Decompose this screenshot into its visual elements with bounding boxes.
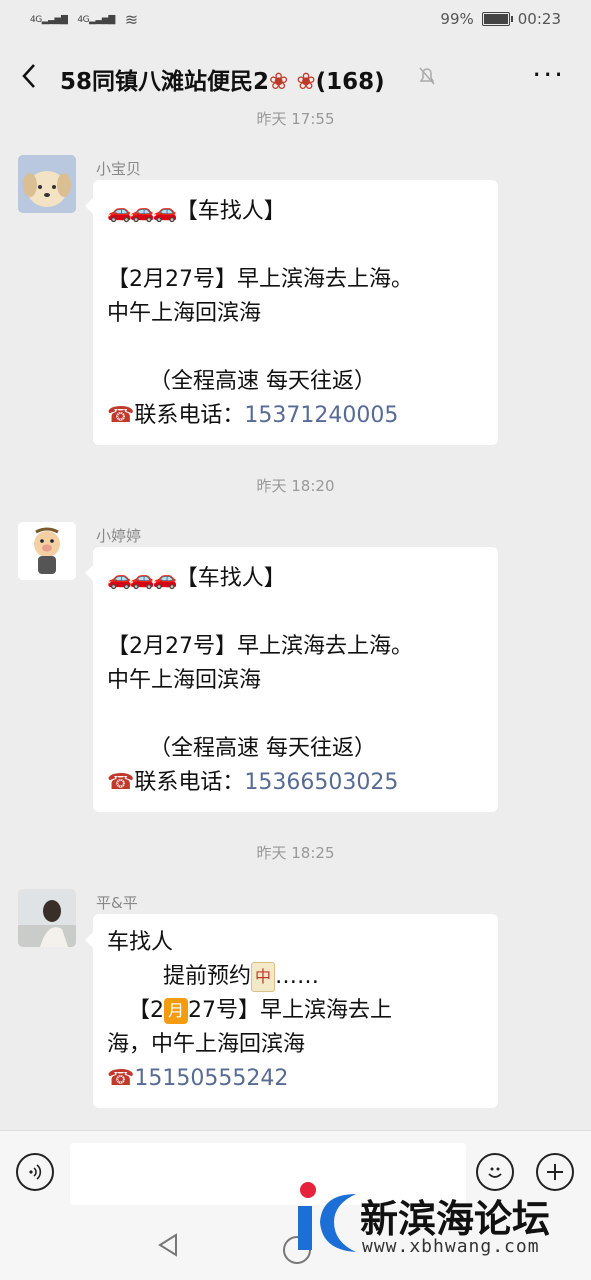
message-bubble[interactable]: 🚗🚗🚗【车找人】 【2月27号】早上滨海去上海。 中午上海回滨海 （全程高速 每… — [85, 180, 498, 445]
sender-name: 平&平 — [96, 894, 138, 912]
timestamp: 昨天 18:20 — [256, 477, 335, 495]
avatar[interactable] — [18, 889, 76, 947]
more-button[interactable]: ··· — [532, 58, 565, 91]
message-list[interactable]: 昨天 17:55 小宝贝 🚗🚗🚗【车找人】 【2月27号】早上滨海去上海。 中午… — [0, 104, 591, 1130]
back-button[interactable] — [14, 56, 44, 96]
message-text — [107, 698, 484, 732]
telephone-icon: ☎ — [107, 403, 135, 428]
message-text: 车找人 — [107, 930, 174, 955]
message-text — [107, 229, 484, 263]
message-text: 联系电话： — [134, 403, 245, 428]
rose-icon-2: ❀ — [296, 69, 316, 95]
triangle-back-icon — [158, 1233, 177, 1257]
message-text: 海，中午上海回滨海 — [107, 1032, 306, 1057]
message-bubble[interactable]: 车找人 提前预约中…… 【2 月 27号】早上滨海去上 海，中午上海回滨海 ☎151… — [85, 914, 498, 1108]
phone-link[interactable]: 15371240005 — [244, 403, 398, 428]
telephone-icon: ☎ — [107, 770, 135, 795]
sender-name: 小宝贝 — [96, 160, 142, 178]
group-name: 58同镇八滩站便民2 — [60, 69, 270, 95]
status-bar: 4G▂▃▅▇ 4G▂▃▅▇ ≋ 99% 00:23 — [0, 0, 591, 40]
message-text: …… — [274, 964, 319, 989]
mahjong-icon: 中 — [250, 962, 275, 992]
clock: 00:23 — [517, 10, 561, 28]
chat-header: 58同镇八滩站便民2❀ ❀(168) ··· — [0, 40, 591, 112]
cartoon-pig-avatar — [18, 522, 76, 580]
phone-link[interactable]: 15150555242 — [134, 1066, 288, 1091]
member-count: (168) — [315, 69, 385, 95]
message-text: 提前预约 — [107, 964, 251, 989]
message-text: 中午上海回滨海 — [107, 301, 262, 326]
watermark: 新滨海论坛 www.xbhwang.com — [292, 1180, 591, 1270]
signal-icon-2: 4G▂▃▅▇ — [77, 14, 115, 25]
message-text — [107, 596, 484, 630]
message-text: 【2月27号】早上滨海去上海。 — [107, 267, 413, 292]
signal-icon: 4G▂▃▅▇ — [30, 14, 68, 25]
message-text: 【车找人】 — [175, 566, 286, 591]
voice-button[interactable] — [16, 1153, 54, 1191]
month-icon: 月 — [163, 998, 188, 1024]
message-bubble[interactable]: 🚗🚗🚗【车找人】 【2月27号】早上滨海去上海。 中午上海回滨海 （全程高速 每… — [85, 547, 498, 812]
plus-icon — [547, 1164, 563, 1180]
message-text: 中午上海回滨海 — [107, 668, 262, 693]
message-text: （全程高速 每天往返） — [107, 736, 376, 761]
girl-photo-avatar — [18, 889, 76, 947]
message-text: 【2月27号】早上滨海去上海。 — [107, 634, 413, 659]
rose-icon: ❀ — [269, 69, 289, 95]
message-text: 联系电话： — [134, 770, 245, 795]
car-icon: 🚗🚗🚗 — [107, 566, 178, 590]
sender-name: 小婷婷 — [96, 527, 142, 545]
nav-back-button[interactable] — [156, 1232, 180, 1265]
chat-title: 58同镇八滩站便民2❀ ❀(168) — [60, 62, 385, 96]
telephone-icon: ☎ — [107, 1066, 135, 1091]
bell-off-icon — [418, 66, 436, 91]
message-text: 【车找人】 — [175, 199, 286, 224]
message-text — [107, 331, 484, 365]
puppy-avatar — [18, 155, 76, 213]
timestamp: 昨天 17:55 — [256, 110, 335, 128]
phone-link[interactable]: 15366503025 — [244, 770, 398, 795]
battery-icon — [481, 12, 513, 26]
car-icon: 🚗🚗🚗 — [107, 199, 178, 223]
message-text: 27号】早上滨海去上 — [187, 998, 392, 1023]
timestamp: 昨天 18:25 — [256, 844, 335, 862]
wifi-icon: ≋ — [124, 10, 139, 29]
forum-logo — [298, 1182, 356, 1252]
message-text: （全程高速 每天往返） — [107, 369, 376, 394]
watermark-url: www.xbhwang.com — [362, 1236, 540, 1257]
voice-icon — [29, 1164, 42, 1180]
chevron-left-icon — [22, 64, 35, 88]
avatar[interactable] — [18, 155, 76, 213]
watermark-title: 新滨海论坛 — [360, 1197, 551, 1241]
message-text: 【2 — [107, 998, 164, 1023]
battery-percent: 99% — [440, 10, 474, 28]
avatar[interactable] — [18, 522, 76, 580]
